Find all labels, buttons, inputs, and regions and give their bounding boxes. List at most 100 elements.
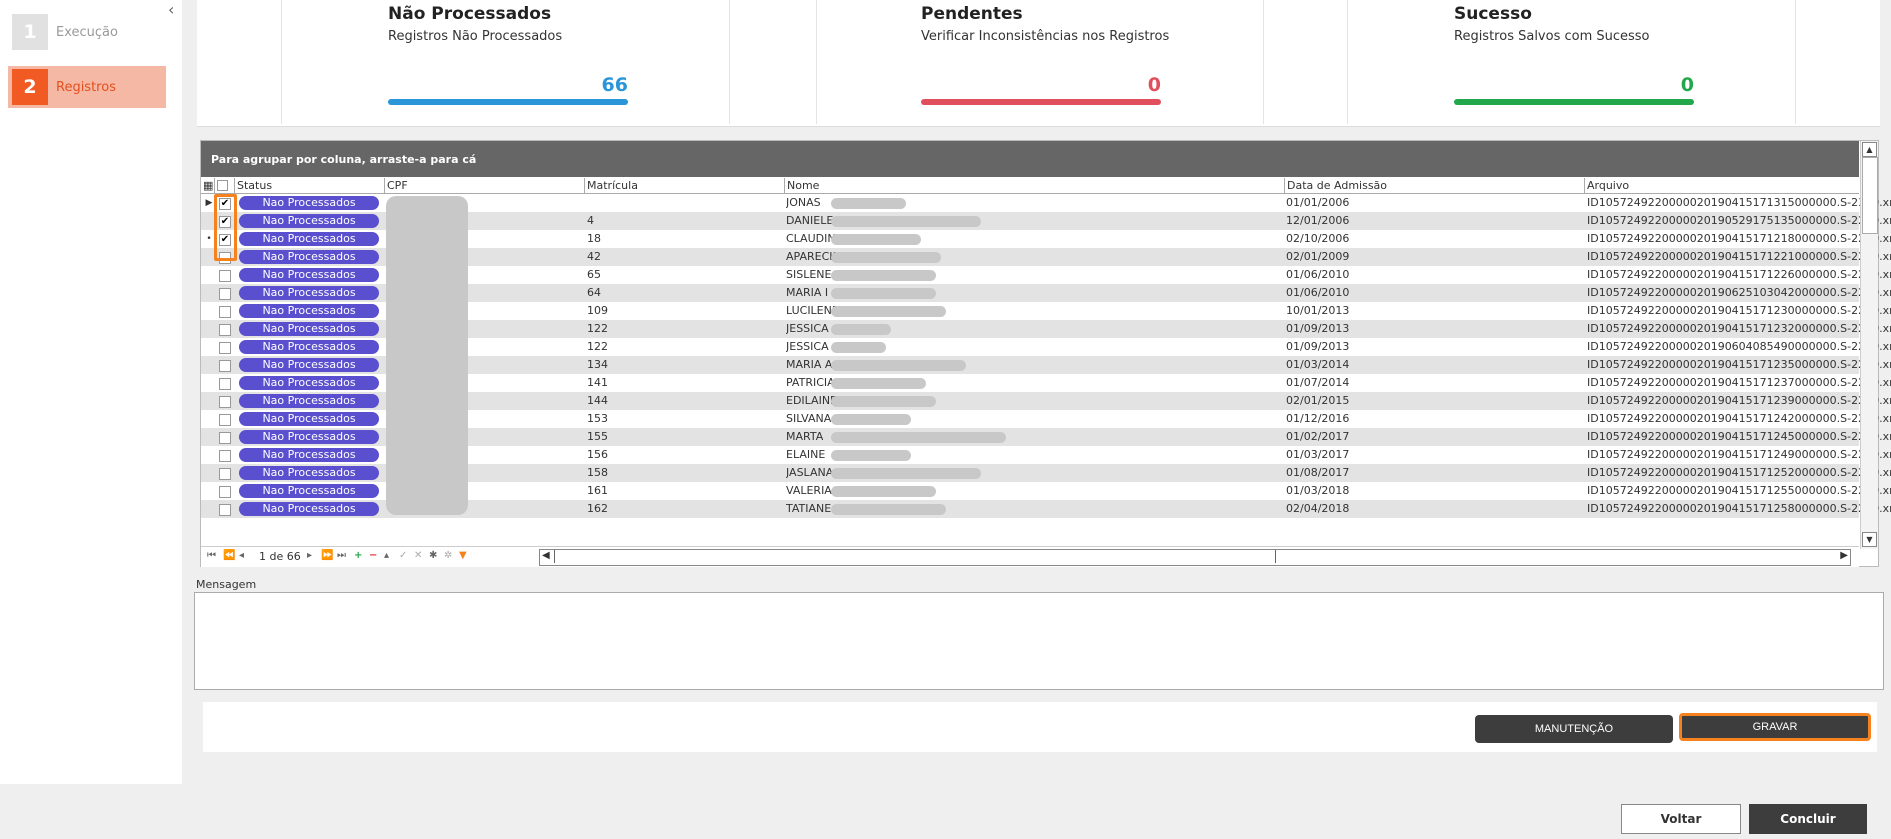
row-checkbox[interactable] [219,270,231,282]
matricula-cell: 134 [587,358,608,371]
add-record-icon[interactable]: + [354,550,362,561]
concluir-button[interactable]: Concluir [1749,804,1867,834]
scroll-thumb[interactable] [1862,157,1878,234]
horizontal-scrollbar[interactable]: ◀ ▶ [539,549,1851,566]
arquivo-cell: ID1057249220000020190625103042000000.S-2… [1587,286,1891,299]
stat-value: 0 [1147,74,1161,96]
scroll-up-icon[interactable]: ▲ [1862,142,1877,157]
filter-icon[interactable]: ▼ [459,550,467,561]
scroll-left-icon[interactable]: ◀ [542,550,550,561]
vertical-scrollbar[interactable]: ▲ ▼ [1860,141,1878,549]
data-admissao-cell: 01/03/2014 [1286,358,1350,371]
scroll-down-icon[interactable]: ▼ [1862,532,1877,547]
data-admissao-cell: 01/03/2018 [1286,484,1350,497]
row-indicator-icon [202,428,216,446]
data-admissao-cell: 01/12/2016 [1286,412,1350,425]
row-checkbox[interactable] [219,468,231,480]
row-checkbox[interactable] [219,486,231,498]
refresh-icon[interactable]: ✱ [429,550,437,561]
status-badge: Nao Processados [239,502,379,516]
status-badge: Nao Processados [239,196,379,210]
nome-cell: DANIELE [786,214,834,227]
matricula-cell: 18 [587,232,601,245]
row-checkbox[interactable] [219,306,231,318]
footer [0,784,1891,839]
name-redaction [831,288,936,299]
name-redaction [831,324,891,335]
gravar-button[interactable]: GRAVAR [1679,713,1871,741]
row-checkbox[interactable] [219,504,231,516]
step-execucao[interactable]: 1 Execução [8,12,166,52]
matricula-cell: 144 [587,394,608,407]
arquivo-cell: ID1057249220000020190415171218000000.S-2… [1587,232,1891,245]
data-admissao-cell: 12/01/2006 [1286,214,1350,227]
prev-record-icon[interactable]: ◂ [239,550,244,561]
arquivo-cell: ID1057249220000020190415171252000000.S-2… [1587,466,1891,479]
matricula-cell: 64 [587,286,601,299]
column-header-nome[interactable]: Nome [785,178,1285,193]
data-admissao-cell: 01/02/2017 [1286,430,1350,443]
arquivo-cell: ID1057249220000020190529175135000000.S-2… [1587,214,1891,227]
next-page-icon[interactable]: ⏩ [321,550,333,561]
manutencao-button[interactable]: MANUTENÇÃO [1475,715,1673,743]
row-checkbox[interactable] [219,342,231,354]
matricula-cell: 155 [587,430,608,443]
row-checkbox[interactable] [219,396,231,408]
divider [1795,0,1796,124]
row-checkbox[interactable] [219,360,231,372]
last-page-icon[interactable]: ⏭ [337,550,346,561]
column-header-status[interactable]: Status [235,178,385,193]
row-checkbox[interactable] [219,432,231,444]
status-badge: Nao Processados [239,286,379,300]
matricula-cell: 153 [587,412,608,425]
message-label: Mensagem [196,578,257,591]
column-header-matricula[interactable]: Matrícula [585,178,785,193]
data-admissao-cell: 01/06/2010 [1286,286,1350,299]
row-indicator-icon [202,464,216,482]
stat-bar [388,99,628,105]
data-admissao-cell: 01/09/2013 [1286,340,1350,353]
step-registros[interactable]: 2 Registros [8,66,166,108]
column-chooser-icon[interactable]: ▦ [201,178,215,193]
arquivo-cell: ID1057249220000020190415171249000000.S-2… [1587,448,1891,461]
data-admissao-cell: 01/07/2014 [1286,376,1350,389]
matricula-cell: 161 [587,484,608,497]
matricula-cell: 122 [587,340,608,353]
scroll-thumb[interactable] [554,550,1276,563]
row-checkbox[interactable] [219,288,231,300]
column-header-cpf[interactable]: CPF [385,178,585,193]
arquivo-cell: ID1057249220000020190415171230000000.S-2… [1587,304,1891,317]
column-header-data-admissao[interactable]: Data de Admissão [1285,178,1585,193]
arquivo-cell: ID1057249220000020190415171237000000.S-2… [1587,376,1891,389]
name-redaction [831,432,1006,443]
nome-cell: EDILAINE [786,394,837,407]
row-indicator-icon [202,338,216,356]
post-edit-icon[interactable]: ✓ [399,550,407,561]
stat-value: 66 [601,74,628,96]
row-checkbox[interactable] [219,324,231,336]
edit-record-icon[interactable]: ▴ [384,550,389,561]
row-indicator-icon [202,374,216,392]
row-checkbox[interactable] [219,450,231,462]
first-page-icon[interactable]: ⏮ [207,550,216,561]
scroll-right-icon[interactable]: ▶ [1840,550,1848,561]
row-checkbox[interactable] [219,378,231,390]
collapse-chevron-icon[interactable]: ‹ [168,0,174,19]
bookmark-icon[interactable]: ✲ [444,550,452,561]
step-number: 2 [12,69,48,105]
stat-subtitle: Registros Salvos com Sucesso [1454,29,1650,44]
select-all-checkbox[interactable] [215,178,235,193]
row-indicator-icon [202,392,216,410]
stat-title: Não Processados [388,4,552,24]
next-record-icon[interactable]: ▸ [307,550,312,561]
row-checkbox[interactable] [219,414,231,426]
message-box[interactable] [194,592,1884,690]
stats-panel: Não Processados Registros Não Processado… [197,0,1880,127]
cancel-edit-icon[interactable]: ✕ [414,550,422,561]
column-header-arquivo[interactable]: Arquivo [1585,178,1859,193]
prev-page-icon[interactable]: ⏪ [223,550,235,561]
data-admissao-cell: 10/01/2013 [1286,304,1350,317]
voltar-button[interactable]: Voltar [1621,804,1741,834]
group-by-panel[interactable]: Para agrupar por coluna, arraste-a para … [201,141,1859,177]
delete-record-icon[interactable]: − [369,550,377,561]
